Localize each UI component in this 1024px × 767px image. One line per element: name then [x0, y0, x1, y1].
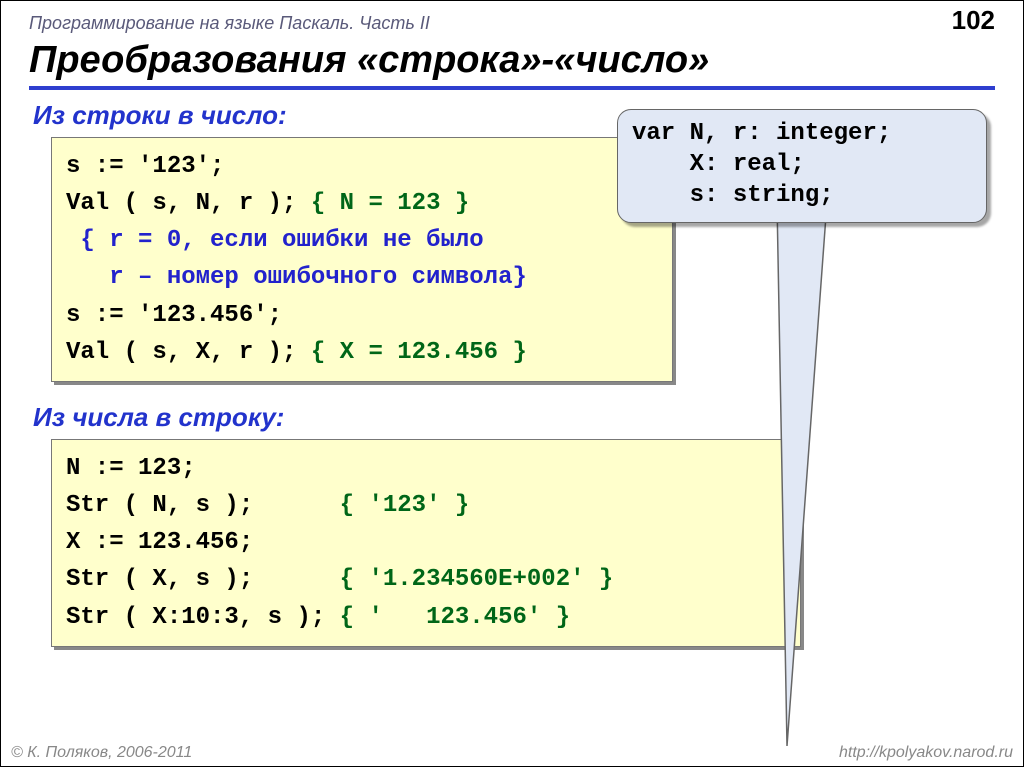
code-comment: { '1.234560E+002' }	[340, 566, 614, 593]
code-comment: { '123' }	[340, 492, 470, 519]
section-2-heading: Из числа в строку:	[33, 402, 995, 433]
code-block-1: s := '123'; Val ( s, N, r ); { N = 123 }…	[51, 137, 673, 382]
code-comment: { N = 123 }	[311, 190, 469, 217]
code-line: s := '123.456';	[66, 302, 282, 329]
copyright-text: © К. Поляков, 2006-2011	[11, 744, 192, 762]
course-title: Программирование на языке Паскаль. Часть…	[29, 13, 430, 34]
code-line: Val ( s, X, r );	[66, 339, 311, 366]
slide: Программирование на языке Паскаль. Часть…	[0, 0, 1024, 767]
code-line: X := 123.456;	[66, 529, 253, 556]
footer-bar: © К. Поляков, 2006-2011 http://kpolyakov…	[11, 744, 1013, 762]
page-number: 102	[952, 5, 995, 36]
code-comment: { X = 123.456 }	[311, 339, 527, 366]
code-line: Str ( X, s );	[66, 566, 340, 593]
code-line: Str ( N, s );	[66, 492, 340, 519]
var-declarations-callout: var N, r: integer; X: real; s: string;	[617, 109, 987, 223]
callout-line: X: real;	[632, 151, 805, 178]
code-comment: r – номер ошибочного символа}	[66, 264, 527, 291]
code-line: s := '123';	[66, 153, 224, 180]
callout-line: s: string;	[632, 182, 834, 209]
top-bar: Программирование на языке Паскаль. Часть…	[29, 5, 995, 36]
callout-line: var N, r: integer;	[632, 120, 891, 147]
code-block-2: N := 123; Str ( N, s ); { '123' } X := 1…	[51, 439, 801, 647]
footer-url: http://kpolyakov.narod.ru	[839, 744, 1013, 762]
code-line: Val ( s, N, r );	[66, 190, 311, 217]
code-comment: { r = 0, если ошибки не было	[66, 227, 484, 254]
slide-title: Преобразования «строка»-«число»	[29, 36, 995, 90]
code-line: N := 123;	[66, 455, 196, 482]
code-line: Str ( X:10:3, s );	[66, 604, 340, 631]
code-comment: { ' 123.456' }	[340, 604, 570, 631]
